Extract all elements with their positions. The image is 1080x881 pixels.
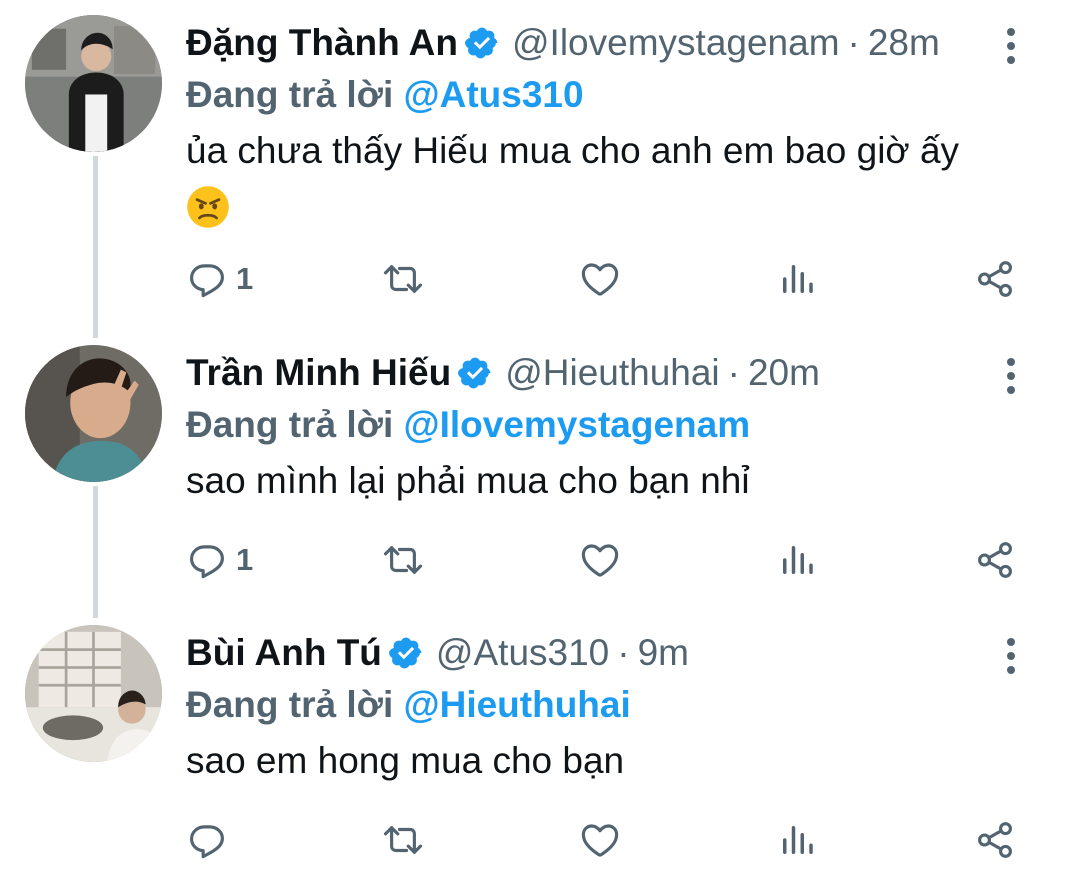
verified-badge-icon xyxy=(457,355,493,391)
author-handle[interactable]: @Atus310 xyxy=(436,632,609,674)
angry-face-emoji xyxy=(187,186,229,228)
author-handle[interactable]: @Hieuthuhai xyxy=(505,352,719,394)
replying-prefix: Đang trả lời xyxy=(186,684,394,725)
more-options-icon[interactable] xyxy=(1004,638,1018,674)
author-name[interactable]: Bùi Anh Tú xyxy=(186,632,382,674)
like-icon xyxy=(579,819,621,861)
replying-mention[interactable]: @Hieuthuhai xyxy=(404,684,631,725)
reply-icon xyxy=(186,819,228,861)
replying-mention[interactable]: @Atus310 xyxy=(404,74,584,115)
separator: · xyxy=(617,632,630,673)
analytics-button[interactable] xyxy=(776,256,818,302)
share-button[interactable] xyxy=(974,817,1016,863)
replying-to: Đang trả lời @Atus310 xyxy=(186,72,1060,118)
timestamp[interactable]: 9m xyxy=(638,632,689,674)
more-options-icon[interactable] xyxy=(1004,28,1018,64)
separator: · xyxy=(847,22,860,63)
verified-badge-icon xyxy=(388,635,424,671)
reply-button[interactable]: 1 xyxy=(186,537,253,583)
avatar[interactable] xyxy=(25,345,162,482)
avatar[interactable] xyxy=(25,15,162,152)
timestamp[interactable]: 28m xyxy=(868,22,940,64)
retweet-button[interactable] xyxy=(382,537,424,583)
share-icon xyxy=(974,819,1016,861)
like-button[interactable] xyxy=(579,817,621,863)
analytics-icon xyxy=(776,819,818,861)
tweet[interactable]: Trần Minh Hiếu @Hieuthuhai · 20m Đang tr… xyxy=(0,330,1080,610)
like-button[interactable] xyxy=(579,537,621,583)
reply-count: 1 xyxy=(236,542,254,577)
retweet-icon xyxy=(382,539,424,581)
tweet-text: ủa chưa thấy Hiếu mua cho anh em bao giờ… xyxy=(186,124,1060,232)
like-icon xyxy=(579,258,621,300)
reply-button[interactable]: 1 xyxy=(186,256,253,302)
share-button[interactable] xyxy=(974,537,1016,583)
analytics-icon xyxy=(776,539,818,581)
retweet-button[interactable] xyxy=(382,256,424,302)
replying-to: Đang trả lời @Hieuthuhai xyxy=(186,682,1060,728)
author-name[interactable]: Trần Minh Hiếu xyxy=(186,352,451,394)
more-options-icon[interactable] xyxy=(1004,358,1018,394)
author-name[interactable]: Đặng Thành An xyxy=(186,22,458,64)
reply-icon xyxy=(186,539,228,581)
verified-badge-icon xyxy=(464,25,500,61)
action-bar: 1 xyxy=(186,256,1020,302)
replying-mention[interactable]: @Ilovemystagenam xyxy=(404,404,751,445)
tweet[interactable]: Đặng Thành An @Ilovemystagenam · 28m Đan… xyxy=(0,0,1080,330)
tweet-text: sao em hong mua cho bạn xyxy=(186,740,625,781)
like-button[interactable] xyxy=(579,256,621,302)
avatar[interactable] xyxy=(25,625,162,762)
separator: · xyxy=(727,352,740,393)
share-icon xyxy=(974,539,1016,581)
share-button[interactable] xyxy=(974,256,1016,302)
timestamp[interactable]: 20m xyxy=(748,352,820,394)
reply-count: 1 xyxy=(236,261,254,296)
author-handle[interactable]: @Ilovemystagenam xyxy=(512,22,840,64)
replying-to: Đang trả lời @Ilovemystagenam xyxy=(186,402,1060,448)
share-icon xyxy=(974,258,1016,300)
like-icon xyxy=(579,539,621,581)
action-bar: 1 xyxy=(186,537,1020,583)
replying-prefix: Đang trả lời xyxy=(186,74,394,115)
tweet[interactable]: Bùi Anh Tú @Atus310 · 9m Đang trả lời @H… xyxy=(0,610,1080,881)
retweet-icon xyxy=(382,258,424,300)
tweet-text-body: ủa chưa thấy Hiếu mua cho anh em bao giờ… xyxy=(186,130,960,171)
analytics-icon xyxy=(776,258,818,300)
action-bar xyxy=(186,817,1020,863)
tweet-text: sao mình lại phải mua cho bạn nhỉ xyxy=(186,460,750,501)
retweet-icon xyxy=(382,819,424,861)
replying-prefix: Đang trả lời xyxy=(186,404,394,445)
analytics-button[interactable] xyxy=(776,817,818,863)
reply-icon xyxy=(186,258,228,300)
analytics-button[interactable] xyxy=(776,537,818,583)
reply-button[interactable] xyxy=(186,817,228,863)
retweet-button[interactable] xyxy=(382,817,424,863)
